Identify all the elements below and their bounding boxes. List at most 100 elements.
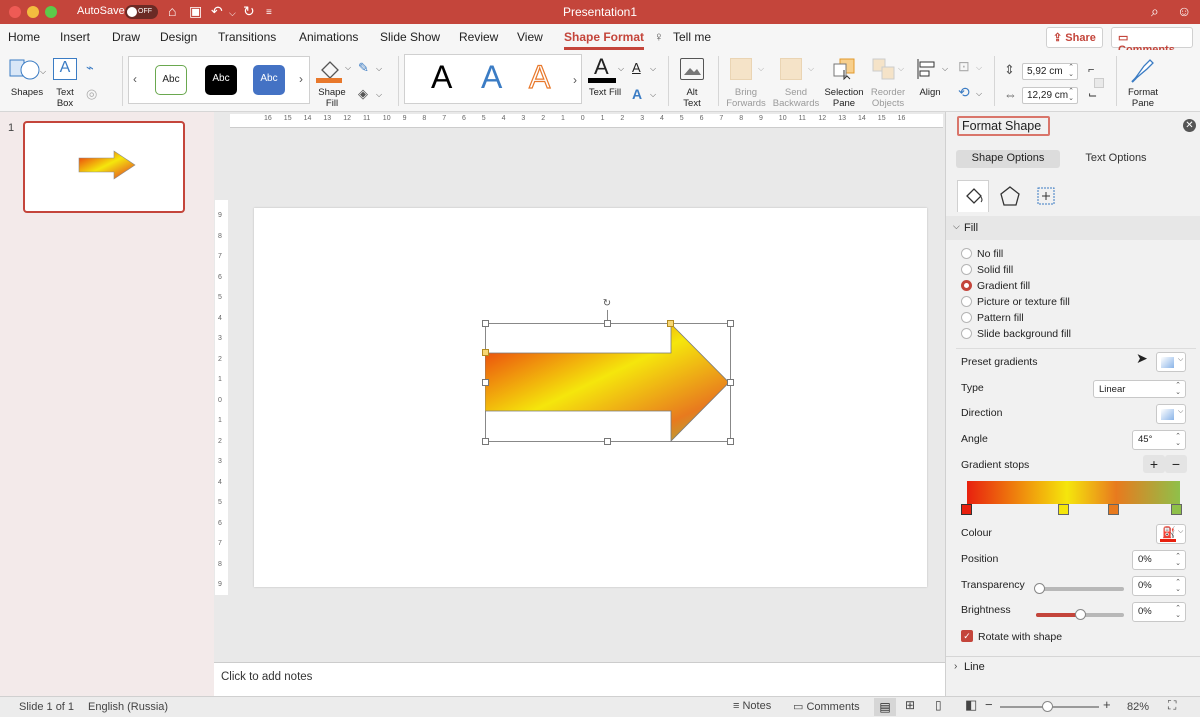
shape-style-outline[interactable]: Abc [155, 65, 187, 95]
spin-arrows-icon[interactable]: ⌃ ⌄ [1175, 433, 1181, 447]
search-icon[interactable]: ⌕ [1151, 3, 1159, 19]
wordart-black[interactable]: A [431, 59, 452, 96]
rotate-icon[interactable]: ⟲ [958, 84, 970, 101]
zoom-in-icon[interactable]: + [1103, 697, 1111, 712]
shape-effects-icon[interactable]: ◈ [358, 86, 368, 102]
align-icon[interactable] [916, 58, 940, 80]
fit-to-window-icon[interactable]: ⛶ [1168, 698, 1176, 713]
add-stop-icon[interactable]: + [1143, 455, 1165, 473]
close-pane-icon[interactable]: ✕ [1183, 119, 1196, 132]
tab-home[interactable]: Home [8, 30, 40, 44]
resize-handle-top-left[interactable] [482, 320, 489, 327]
text-outline-dropdown-icon[interactable]: ⌵ [650, 64, 656, 74]
transparency-slider-track[interactable] [1036, 587, 1124, 591]
tab-slide-show[interactable]: Slide Show [380, 30, 440, 44]
tab-shape-options[interactable]: Shape Options [956, 150, 1060, 168]
rotate-with-shape-checkbox[interactable]: ✓ [961, 630, 973, 642]
resize-handle-top-right[interactable] [727, 320, 734, 327]
gradient-fill-label[interactable]: Gradient fill [977, 280, 1030, 292]
radio-solid-fill[interactable] [961, 264, 972, 275]
language[interactable]: English (Russia) [88, 701, 168, 713]
gradient-stop-handle[interactable] [1171, 504, 1182, 515]
user-icon[interactable]: ☺ [1177, 3, 1191, 19]
spin-arrows-icon[interactable]: ⌃ ⌄ [1068, 64, 1074, 78]
shape-fill-dropdown-icon[interactable]: ⌵ [345, 63, 351, 73]
wordart-next-icon[interactable]: › [573, 73, 577, 87]
edit-shape-icon[interactable]: ⌁ [86, 60, 94, 76]
group-icon[interactable]: ⊡ [958, 58, 970, 75]
slide-background-fill-label[interactable]: Slide background fill [977, 328, 1071, 340]
normal-view-icon[interactable]: ▤ [874, 698, 896, 716]
remove-stop-icon[interactable]: − [1165, 455, 1187, 473]
resize-handle-bottom-right[interactable] [727, 438, 734, 445]
tell-me-search[interactable]: Tell me [673, 30, 711, 44]
spin-arrows-icon[interactable]: ⌃ ⌄ [1175, 605, 1181, 619]
tab-animations[interactable]: Animations [299, 30, 358, 44]
text-outline-icon[interactable]: A [632, 60, 641, 75]
reorder-objects-icon[interactable] [872, 58, 896, 80]
resize-handle-left[interactable] [482, 379, 489, 386]
lock-aspect-checkbox[interactable] [1094, 78, 1104, 88]
angle-input[interactable]: 45° ⌃ ⌄ [1132, 430, 1186, 450]
text-fill-dropdown-icon[interactable]: ⌵ [618, 64, 624, 74]
tab-shape-format[interactable]: Shape Format [564, 30, 645, 50]
shape-style-dark[interactable]: Abc [205, 65, 237, 95]
zoom-out-icon[interactable]: − [985, 697, 993, 712]
brightness-slider-thumb[interactable] [1075, 609, 1086, 620]
radio-picture-fill[interactable] [961, 296, 972, 307]
wordart-orange-outline[interactable]: A [528, 58, 551, 96]
transparency-slider-thumb[interactable] [1034, 583, 1045, 594]
shape-height-input[interactable]: 5,92 cm ⌃ ⌄ [1022, 63, 1078, 80]
brightness-input[interactable]: 0% ⌃ ⌄ [1132, 602, 1186, 622]
adjust-handle-shaft[interactable] [482, 349, 489, 356]
lock-aspect-icon[interactable]: ⌐ [1088, 64, 1094, 76]
gallery-next-icon[interactable]: › [299, 72, 303, 86]
spin-arrows-icon[interactable]: ⌃ ⌄ [1175, 579, 1181, 593]
radio-slide-background-fill[interactable] [961, 328, 972, 339]
fill-section-header[interactable]: ⌵ Fill [946, 216, 1200, 240]
gradient-stop-handle[interactable] [961, 504, 972, 515]
adjust-handle-head[interactable] [667, 320, 674, 327]
tab-draw[interactable]: Draw [112, 30, 140, 44]
bring-forward-dropdown-icon[interactable]: ⌵ [758, 64, 764, 74]
resize-handle-right[interactable] [727, 379, 734, 386]
tab-text-options[interactable]: Text Options [1066, 150, 1166, 168]
shape-effects-dropdown-icon[interactable]: ⌵ [376, 90, 382, 100]
tab-insert[interactable]: Insert [60, 30, 90, 44]
zoom-level[interactable]: 82% [1127, 701, 1149, 713]
resize-handle-bottom[interactable] [604, 438, 611, 445]
gallery-prev-icon[interactable]: ‹ [133, 72, 137, 86]
spin-arrows-icon[interactable]: ⌃ ⌄ [1068, 88, 1074, 102]
rotate-dropdown-icon[interactable]: ⌵ [976, 89, 982, 99]
slideshow-icon[interactable]: ◧ [965, 697, 977, 713]
transparency-input[interactable]: 0% ⌃ ⌄ [1132, 576, 1186, 596]
share-button[interactable]: ⇪ Share [1046, 27, 1103, 48]
shapes-icon[interactable]: ⌵ [8, 56, 46, 84]
line-section-header[interactable]: › Line [946, 657, 1200, 679]
shape-width-input[interactable]: 12,29 cm ⌃ ⌄ [1022, 87, 1078, 104]
radio-no-fill[interactable] [961, 248, 972, 259]
group-dropdown-icon[interactable]: ⌵ [976, 63, 982, 73]
alt-text-icon[interactable] [680, 58, 704, 80]
type-dropdown[interactable]: Linear ⌃ ⌄ [1093, 380, 1186, 398]
rotate-handle-icon[interactable]: ↻ [601, 298, 613, 310]
slide-sorter-icon[interactable]: ⊞ [905, 698, 915, 712]
text-box-icon[interactable]: A [53, 58, 77, 80]
shape-outline-icon[interactable]: ✎ [358, 60, 369, 76]
resize-handle-bottom-left[interactable] [482, 438, 489, 445]
picture-fill-label[interactable]: Picture or texture fill [977, 296, 1070, 308]
comments-status-button[interactable]: ▭ Comments [793, 700, 860, 713]
reorder-dropdown-icon[interactable]: ⌵ [898, 64, 904, 74]
gradient-bar[interactable] [967, 481, 1180, 504]
resize-handle-top[interactable] [604, 320, 611, 327]
zoom-slider-thumb[interactable] [1042, 701, 1053, 712]
radio-gradient-fill[interactable] [961, 280, 972, 291]
selection-pane-icon[interactable] [832, 58, 856, 80]
colour-picker[interactable]: ⛽ ⌵ [1156, 524, 1186, 544]
shape-fill-icon[interactable] [316, 56, 348, 84]
format-pane-icon[interactable] [1130, 56, 1156, 84]
effects-tab-icon[interactable] [998, 184, 1022, 208]
preset-gradients-dropdown[interactable]: ⌵ [1156, 352, 1186, 372]
shape-outline-dropdown-icon[interactable]: ⌵ [376, 64, 382, 74]
solid-fill-label[interactable]: Solid fill [977, 264, 1013, 276]
